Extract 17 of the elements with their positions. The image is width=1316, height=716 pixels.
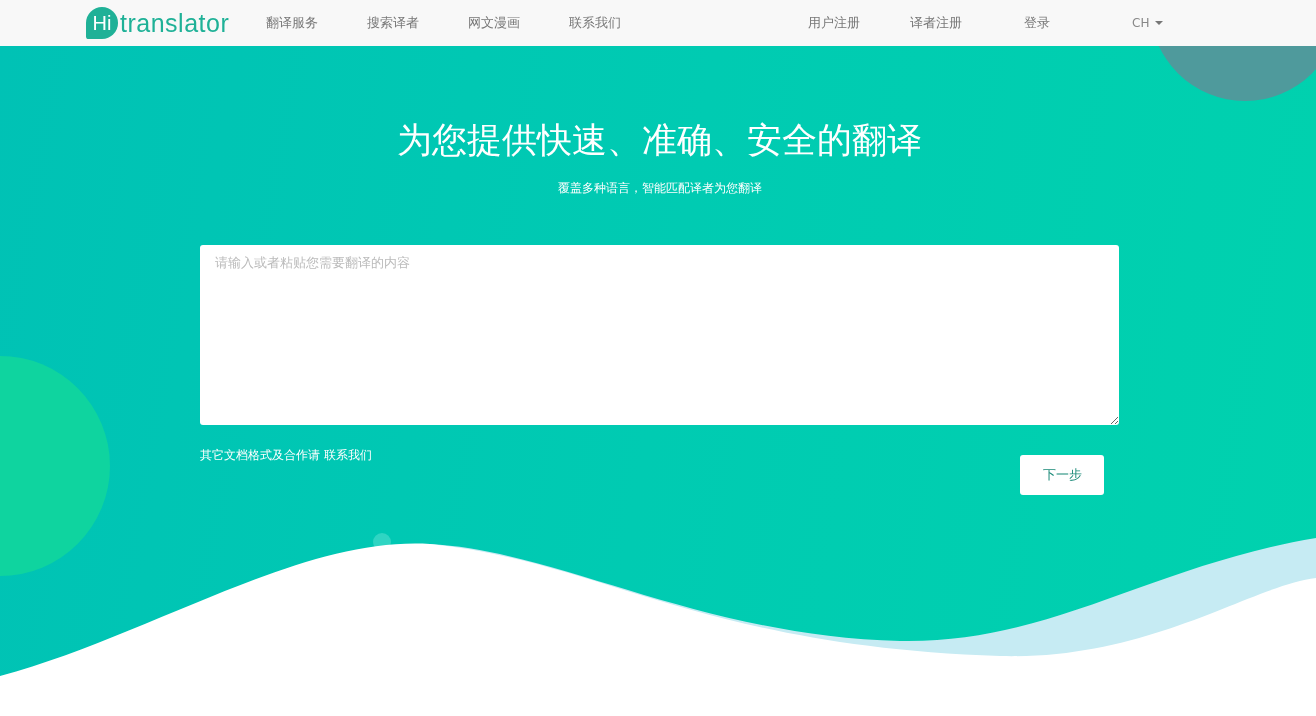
nav-link[interactable]: 译者注册 — [910, 14, 1024, 32]
nav-link[interactable]: 搜索译者 — [367, 14, 468, 32]
hero-title: 为您提供快速、准确、安全的翻译 — [397, 119, 922, 162]
logo-text: translator — [120, 8, 230, 38]
logo[interactable]: Hi translator — [86, 7, 266, 39]
next-step-button[interactable]: 下一步 — [1020, 455, 1104, 495]
text-input-field[interactable]: 请输入或者粘贴您需要翻译的内容 — [200, 245, 1119, 425]
contact-note: 其它文档格式及合作请 联系我们 — [200, 447, 372, 464]
language-dropdown[interactable]: CH — [1132, 14, 1164, 32]
nav-link[interactable]: 翻译服务 — [266, 14, 367, 32]
nav-link[interactable]: 网文漫画 — [468, 14, 569, 32]
logo-badge: Hi — [86, 7, 118, 39]
hero-subtitle: 覆盖多种语言，智能匹配译者为您翻译 — [557, 180, 762, 197]
nav-link[interactable]: 联系我们 — [569, 14, 670, 32]
caret-icon — [1155, 21, 1164, 25]
nav-link[interactable]: 登录 — [1024, 14, 1132, 32]
nav-link[interactable]: 用户注册 — [808, 14, 910, 32]
